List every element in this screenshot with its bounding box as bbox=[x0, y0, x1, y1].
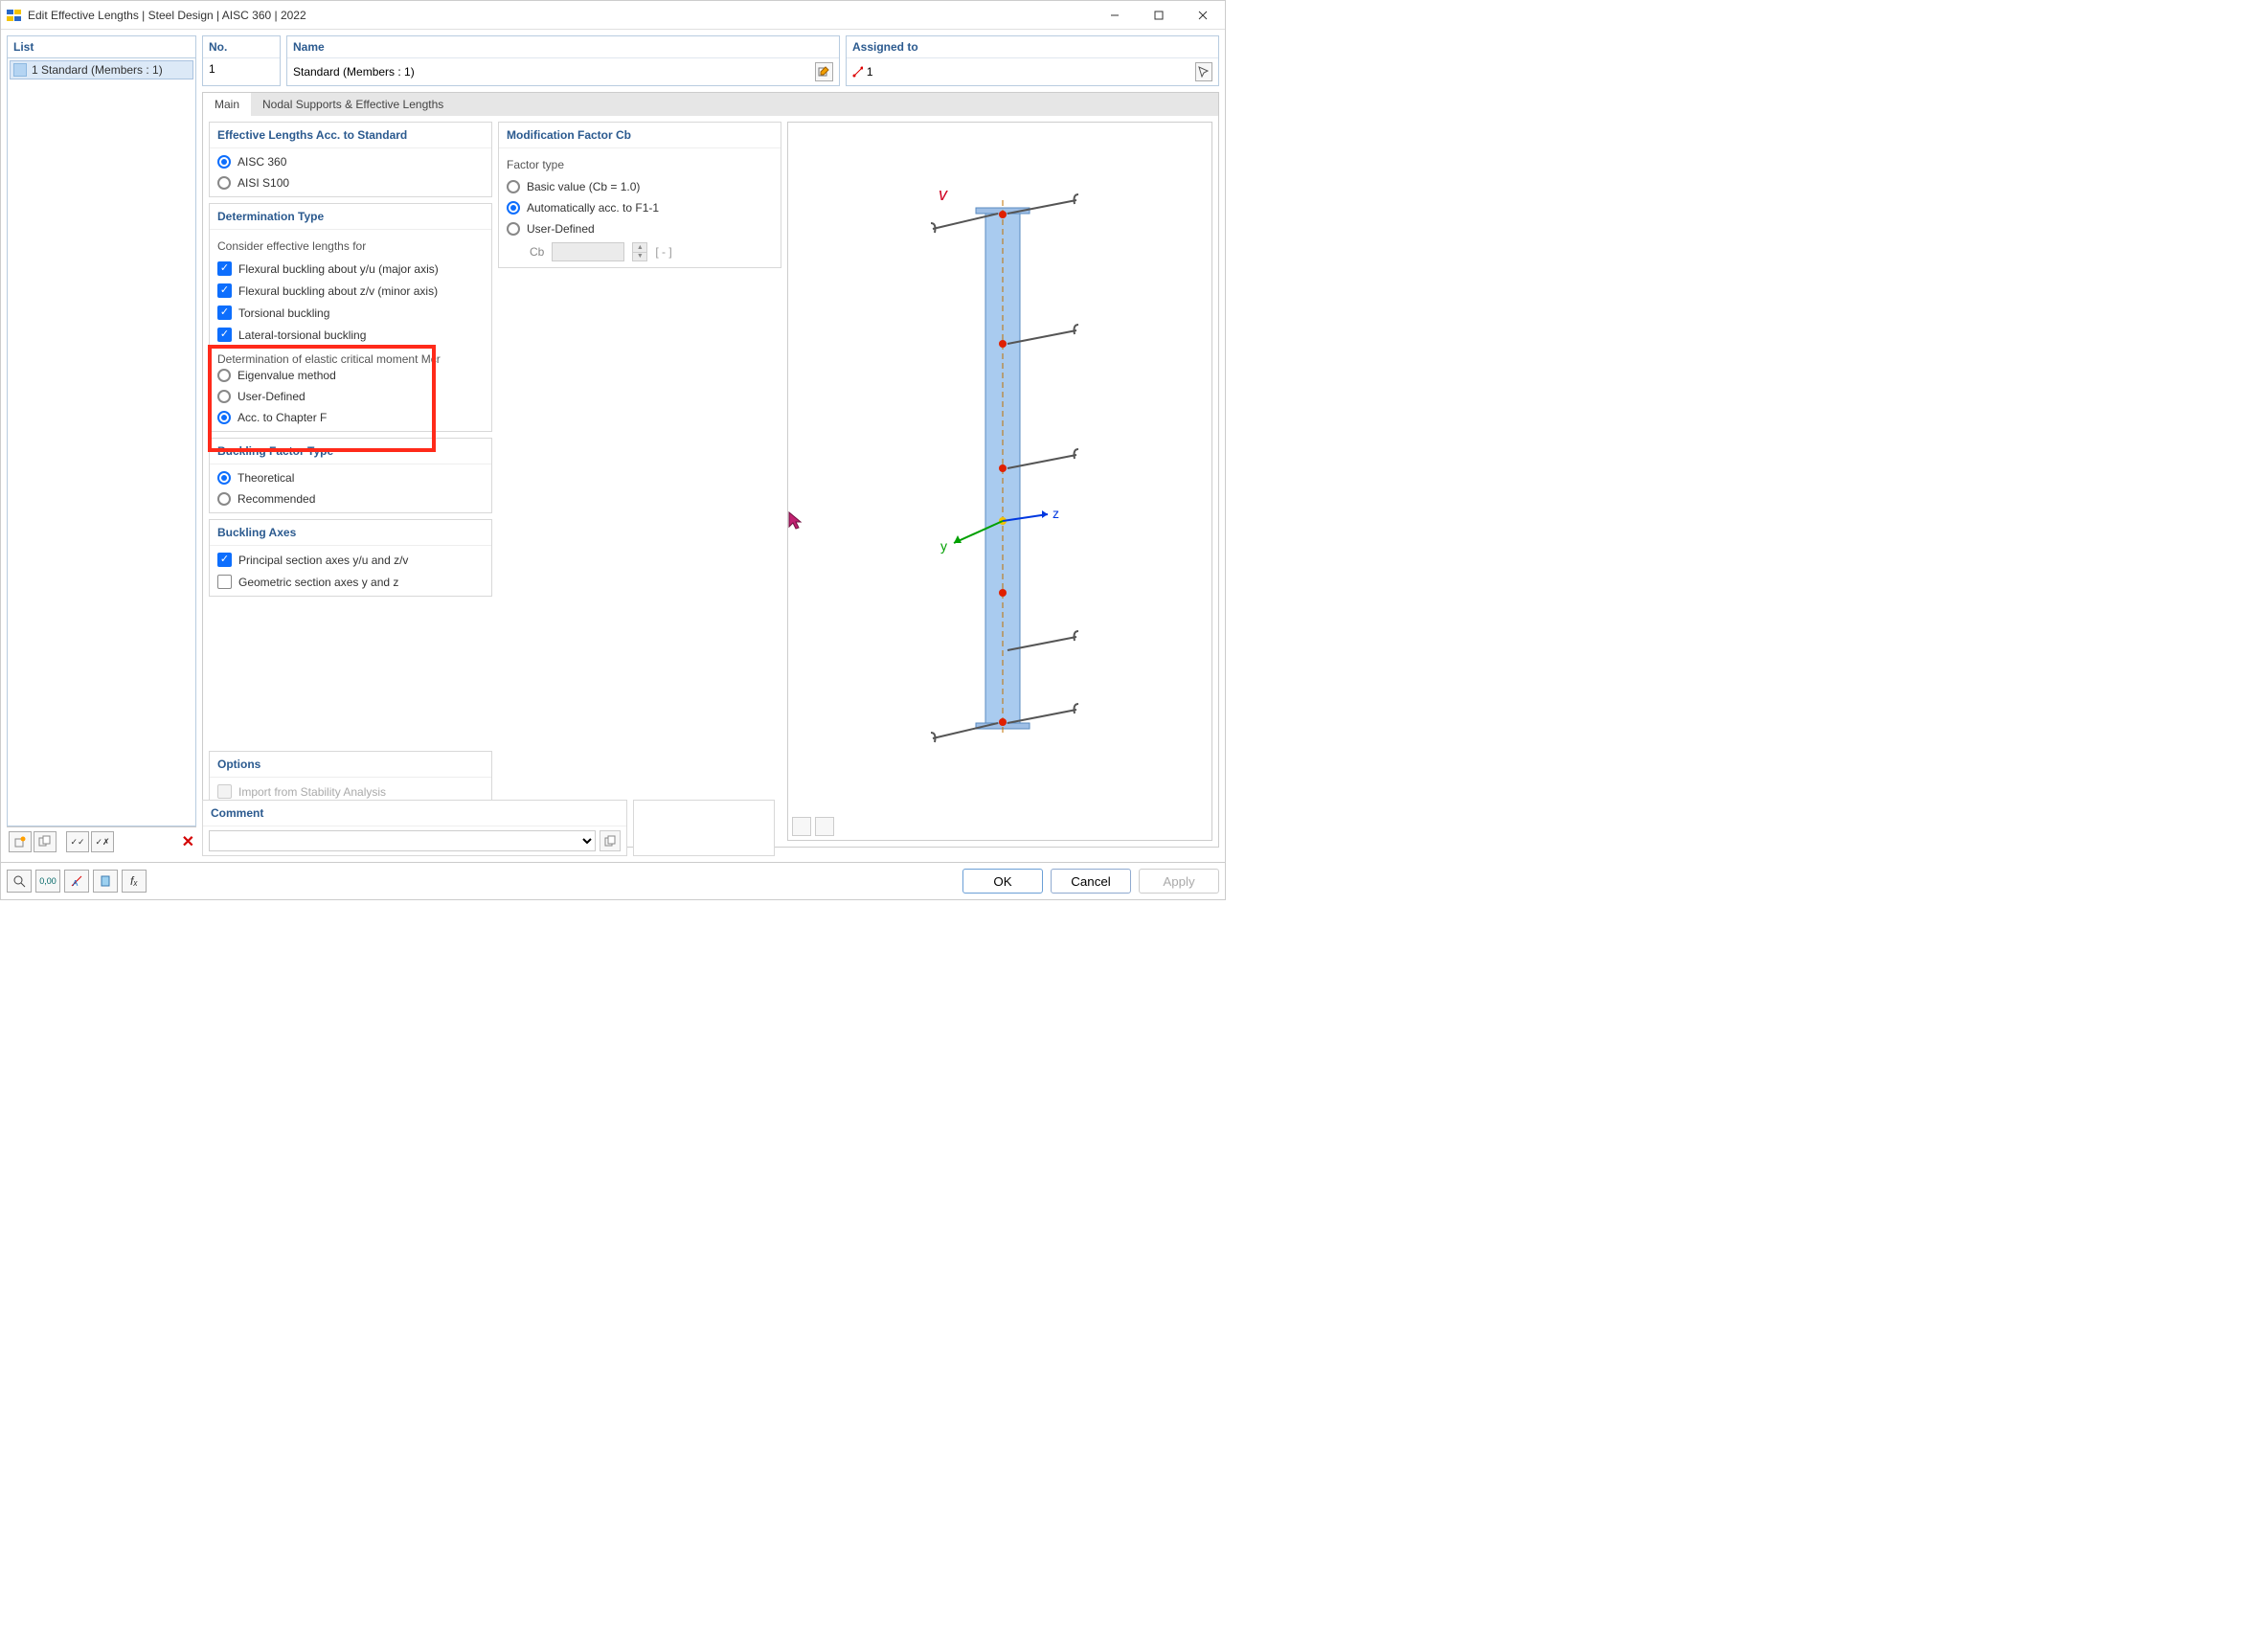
no-input[interactable] bbox=[209, 62, 274, 76]
footer-function-button[interactable]: fₓ bbox=[122, 870, 147, 893]
check-button-2[interactable]: ✓✗ bbox=[91, 831, 114, 852]
apply-button[interactable]: Apply bbox=[1139, 869, 1219, 894]
delete-button[interactable]: ✕ bbox=[182, 832, 194, 851]
bft-head: Buckling Factor Type bbox=[210, 439, 491, 464]
assigned-input[interactable] bbox=[867, 65, 1191, 79]
footer-units-button[interactable]: 0,00 bbox=[35, 870, 60, 893]
window-title: Edit Effective Lengths | Steel Design | … bbox=[28, 9, 306, 22]
close-button[interactable] bbox=[1181, 1, 1225, 30]
cb-spinner: ▲▼ bbox=[632, 242, 647, 261]
factor-type-label: Factor type bbox=[507, 158, 773, 171]
check-ltb[interactable]: Lateral-torsional buckling bbox=[217, 327, 484, 343]
radio-theoretical[interactable]: Theoretical bbox=[217, 470, 484, 486]
radio-recommended[interactable]: Recommended bbox=[217, 491, 484, 507]
preview-canvas[interactable]: z y v bbox=[788, 123, 1211, 813]
cancel-button[interactable]: Cancel bbox=[1051, 869, 1131, 894]
svg-text:z: z bbox=[1053, 506, 1059, 521]
comment-copy-button[interactable] bbox=[600, 830, 621, 851]
assigned-label: Assigned to bbox=[847, 36, 1218, 58]
preview-svg: z y v bbox=[894, 171, 1105, 765]
cb-input bbox=[552, 242, 624, 261]
svg-text:v: v bbox=[939, 185, 948, 204]
footer-section-button[interactable] bbox=[93, 870, 118, 893]
radio-user-defined-mcr[interactable]: User-Defined bbox=[217, 389, 484, 404]
consider-label: Consider effective lengths for bbox=[217, 239, 484, 253]
sidebar-toolbar: ✓✓ ✓✗ ✕ bbox=[7, 826, 196, 856]
no-label: No. bbox=[203, 36, 280, 58]
check-button-1[interactable]: ✓✓ bbox=[66, 831, 89, 852]
list-item-icon bbox=[13, 63, 27, 77]
check-flex-zv[interactable]: Flexural buckling about z/v (minor axis) bbox=[217, 283, 484, 299]
cb-head: Modification Factor Cb bbox=[499, 123, 781, 148]
minimize-button[interactable] bbox=[1093, 1, 1137, 30]
axes-head: Buckling Axes bbox=[210, 520, 491, 546]
member-icon bbox=[852, 66, 863, 78]
pick-assigned-button[interactable] bbox=[1195, 62, 1212, 81]
eff-std-head: Effective Lengths Acc. to Standard bbox=[210, 123, 491, 148]
radio-basic-value[interactable]: Basic value (Cb = 1.0) bbox=[507, 179, 773, 194]
check-geometric-axes[interactable]: Geometric section axes y and z bbox=[217, 574, 484, 590]
name-label: Name bbox=[287, 36, 839, 58]
svg-text:y: y bbox=[940, 538, 947, 554]
footer-member-button[interactable]: A bbox=[64, 870, 89, 893]
cb-symbol: Cb bbox=[530, 245, 544, 259]
tabs: Main Nodal Supports & Effective Lengths bbox=[202, 92, 1219, 116]
comment-select[interactable] bbox=[209, 830, 596, 851]
check-torsional[interactable]: Torsional buckling bbox=[217, 305, 484, 321]
tab-main[interactable]: Main bbox=[203, 93, 251, 116]
name-input[interactable] bbox=[293, 65, 811, 79]
app-icon bbox=[7, 9, 22, 22]
edit-name-button[interactable] bbox=[815, 62, 833, 81]
radio-eigenvalue[interactable]: Eigenvalue method bbox=[217, 368, 484, 383]
mcr-label: Determination of elastic critical moment… bbox=[217, 352, 484, 366]
det-type-head: Determination Type bbox=[210, 204, 491, 230]
list-box[interactable]: 1 Standard (Members : 1) bbox=[7, 58, 196, 826]
comment-head: Comment bbox=[203, 801, 626, 826]
check-import-stability[interactable]: Import from Stability Analysis bbox=[217, 783, 484, 800]
tab-nodal[interactable]: Nodal Supports & Effective Lengths bbox=[251, 93, 455, 116]
svg-text:A: A bbox=[73, 879, 79, 888]
radio-auto-f11[interactable]: Automatically acc. to F1-1 bbox=[507, 200, 773, 215]
check-principal-axes[interactable]: Principal section axes y/u and z/v bbox=[217, 552, 484, 568]
list-header: List bbox=[7, 35, 196, 58]
cb-unit: [ - ] bbox=[655, 245, 671, 259]
maximize-button[interactable] bbox=[1137, 1, 1181, 30]
opts-head: Options bbox=[210, 752, 491, 778]
radio-user-defined-cb[interactable]: User-Defined bbox=[507, 221, 773, 237]
radio-chapter-f[interactable]: Acc. to Chapter F bbox=[217, 410, 484, 425]
cursor-icon bbox=[788, 511, 804, 531]
radio-aisc360[interactable]: AISC 360 bbox=[217, 154, 484, 170]
titlebar: Edit Effective Lengths | Steel Design | … bbox=[1, 1, 1225, 30]
new-item-button[interactable] bbox=[9, 831, 32, 852]
check-flex-yu[interactable]: Flexural buckling about y/u (major axis) bbox=[217, 260, 484, 277]
list-item-label: 1 Standard (Members : 1) bbox=[32, 63, 163, 77]
footer-search-button[interactable] bbox=[7, 870, 32, 893]
radio-aisi-s100[interactable]: AISI S100 bbox=[217, 175, 484, 191]
ok-button[interactable]: OK bbox=[962, 869, 1043, 894]
list-item[interactable]: 1 Standard (Members : 1) bbox=[10, 60, 193, 79]
copy-item-button[interactable] bbox=[34, 831, 57, 852]
